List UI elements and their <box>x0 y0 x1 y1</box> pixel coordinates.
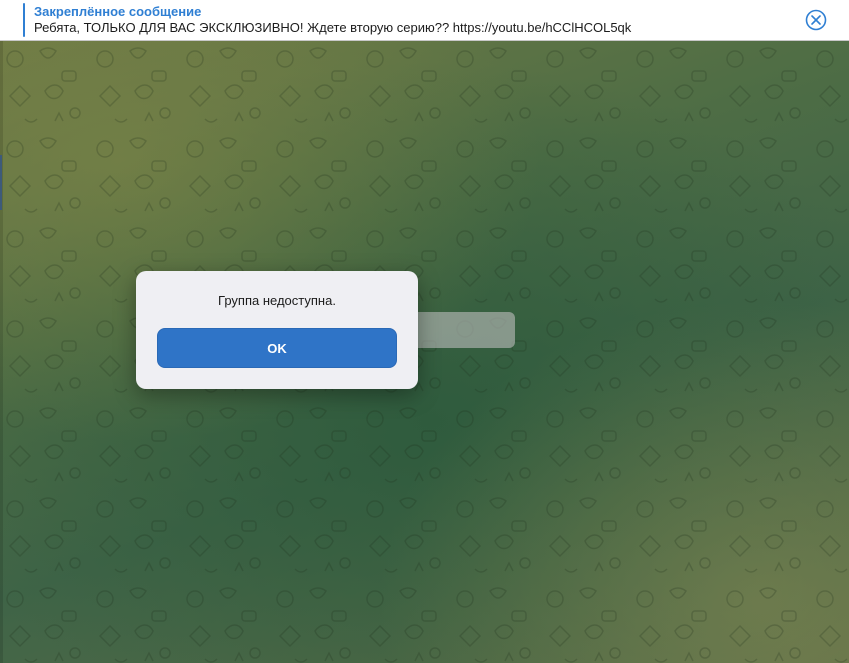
pinned-message-bar[interactable]: Закреплённое сообщение Ребята, ТОЛЬКО ДЛ… <box>0 0 849 41</box>
alert-dialog: Группа недоступна. OK <box>136 271 418 389</box>
ok-button[interactable]: OK <box>157 328 397 368</box>
close-circle-icon[interactable] <box>805 9 827 31</box>
chat-background <box>0 41 849 663</box>
pinned-accent-line <box>23 3 25 37</box>
doodle-pattern <box>0 41 849 663</box>
pinned-message-title: Закреплённое сообщение <box>34 4 202 19</box>
sidebar-edge <box>0 41 3 663</box>
pinned-message-text: Ребята, ТОЛЬКО ДЛЯ ВАС ЭКСКЛЮЗИВНО! Ждет… <box>34 20 632 35</box>
sidebar-edge-indicator <box>0 155 2 210</box>
telegram-window: Закреплённое сообщение Ребята, ТОЛЬКО ДЛ… <box>0 0 849 663</box>
dialog-message: Группа недоступна. <box>218 293 336 308</box>
